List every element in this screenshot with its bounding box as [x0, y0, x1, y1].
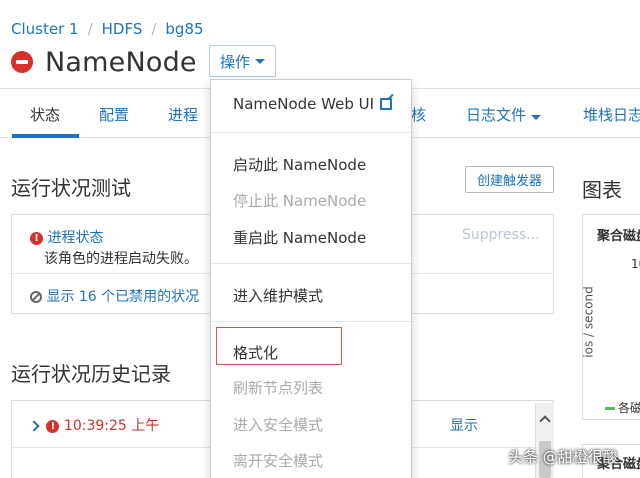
stopped-status-icon [11, 51, 33, 73]
breadcrumb-host[interactable]: bg85 [165, 20, 203, 38]
menu-divider [211, 263, 411, 264]
error-icon: ! [30, 231, 43, 245]
active-tab-indicator [12, 134, 79, 138]
health-history-title: 运行状况历史记录 [11, 362, 171, 386]
menu-divider [211, 321, 411, 322]
caret-down-icon [255, 58, 265, 64]
legend-label: 各磁 [618, 401, 640, 415]
format-highlight-box [216, 327, 342, 365]
charts-title: 图表 [582, 178, 622, 202]
menu-item-web-ui[interactable]: NameNode Web UI [233, 95, 393, 113]
menu-item-refresh-nodes: 刷新节点列表 [233, 379, 324, 397]
error-icon: ! [46, 419, 60, 433]
breadcrumb-hdfs[interactable]: HDFS [102, 20, 143, 38]
tab-partial[interactable]: 核 [411, 104, 426, 125]
caret-down-icon [531, 115, 542, 120]
chart-legend: 各磁 [605, 399, 640, 416]
menu-item-start[interactable]: 启动此 NameNode [233, 154, 366, 175]
chart-subtitle: 聚合磁盘 [597, 229, 640, 244]
actions-button-label: 操作 [219, 52, 250, 71]
tab-status[interactable]: 状态 [30, 104, 60, 125]
tab-configuration[interactable]: 配置 [99, 104, 129, 125]
create-trigger-button[interactable]: 创建触发器 [465, 166, 554, 193]
legend-swatch [605, 407, 615, 410]
title-row: NameNode [11, 44, 197, 80]
menu-item-leave-safemode: 离开安全模式 [233, 452, 324, 470]
menu-divider [211, 132, 411, 133]
breadcrumb-cluster[interactable]: Cluster 1 [11, 20, 79, 38]
show-disabled-row[interactable]: 显示 16 个已禁用的状况 [30, 286, 199, 306]
health-tests-title: 运行状况测试 [11, 176, 131, 200]
menu-item-stop: 停止此 NameNode [233, 192, 367, 210]
menu-item-enter-safemode: 进入安全模式 [233, 416, 324, 434]
chevron-right-icon[interactable] [28, 420, 40, 432]
breadcrumb-separator: / [151, 20, 157, 38]
chart-panel: 聚合磁盘 10 ios / second 各磁 [582, 214, 640, 420]
external-link-icon [380, 98, 393, 110]
tab-stack-logs[interactable]: 堆栈日志 [583, 104, 640, 125]
health-test-row: ! 进程状态 [30, 227, 103, 247]
tab-processes[interactable]: 进程 [168, 104, 198, 125]
chart-tick-label: 10 [631, 257, 640, 271]
menu-item-maintenance[interactable]: 进入维护模式 [233, 285, 323, 306]
history-time: 10:39:25 上午 [63, 418, 160, 434]
scroll-up-icon[interactable] [539, 415, 551, 427]
menu-item-restart[interactable]: 重启此 NameNode [233, 227, 366, 248]
actions-dropdown-button[interactable]: 操作 [209, 45, 276, 77]
suppress-link[interactable]: Suppress... [462, 227, 540, 243]
chart-y-axis-label: ios / second [581, 286, 596, 358]
tab-log-files[interactable]: 日志文件 [466, 104, 542, 125]
page-title: NameNode [45, 46, 197, 78]
ban-icon [30, 291, 42, 303]
breadcrumb: Cluster 1 / HDFS / bg85 [11, 20, 204, 38]
menu-item-web-ui-label: NameNode Web UI [233, 95, 375, 113]
tab-log-files-label: 日志文件 [466, 106, 527, 124]
history-row[interactable]: ! 10:39:25 上午 [28, 415, 160, 435]
health-test-description: 该角色的进程启动失败。 [44, 251, 198, 267]
watermark: 头条 @甜橙很酸 [508, 448, 618, 466]
show-disabled-link[interactable]: 显示 16 个已禁用的状况 [46, 289, 199, 305]
breadcrumb-separator: / [87, 20, 93, 38]
process-status-link[interactable]: 进程状态 [47, 230, 103, 246]
actions-menu: NameNode Web UI 启动此 NameNode 停止此 NameNod… [210, 79, 412, 478]
history-show-link[interactable]: 显示 [450, 415, 478, 435]
